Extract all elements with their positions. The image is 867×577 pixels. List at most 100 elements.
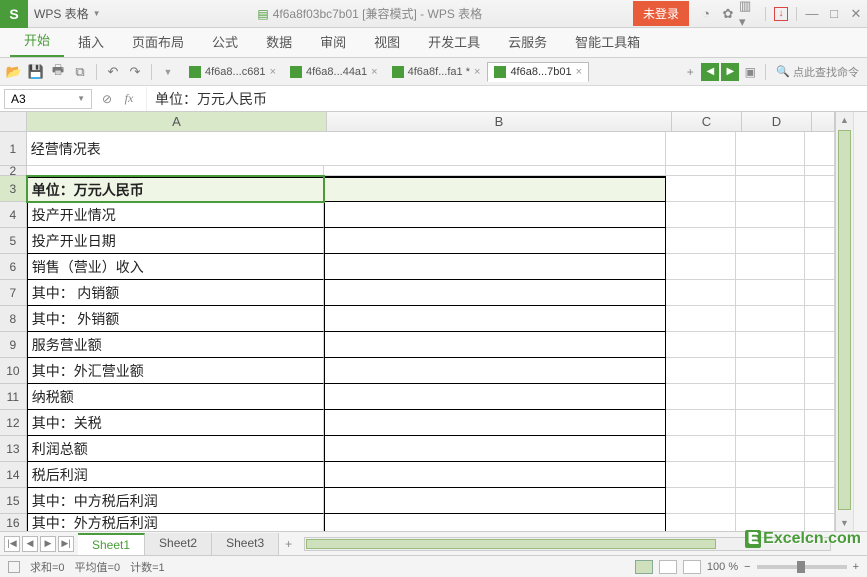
cell[interactable]: [805, 132, 835, 166]
close-icon[interactable]: ×: [474, 66, 480, 78]
add-sheet-button[interactable]: +: [279, 537, 298, 551]
cell-6[interactable]: [805, 254, 835, 280]
print-preview-icon[interactable]: ⧉: [70, 62, 90, 82]
cell-A6[interactable]: 销售（营业）收入: [27, 254, 324, 280]
cell-B14[interactable]: [324, 462, 666, 488]
cell-D9[interactable]: [736, 332, 805, 358]
doc-tab-0[interactable]: 4f6a8...c681×: [182, 62, 283, 82]
cell-A14[interactable]: 税后利润: [27, 462, 324, 488]
command-search[interactable]: 🔍 点此查找命令: [776, 64, 867, 80]
cell-A2[interactable]: [27, 166, 324, 176]
undo-icon[interactable]: ↶: [103, 62, 123, 82]
cell-D4[interactable]: [736, 202, 805, 228]
cell-C2[interactable]: [666, 166, 735, 176]
vertical-scrollbar[interactable]: ▲ ▼: [835, 112, 853, 531]
view-break-button[interactable]: [683, 560, 701, 574]
cell-C16[interactable]: [666, 514, 735, 531]
cell[interactable]: [736, 132, 805, 166]
cell-C12[interactable]: [666, 410, 735, 436]
print-icon[interactable]: 🖶: [48, 62, 68, 82]
close-button[interactable]: ✕: [845, 3, 867, 25]
close-icon[interactable]: ×: [371, 66, 377, 78]
cell-D12[interactable]: [736, 410, 805, 436]
cell-D8[interactable]: [736, 306, 805, 332]
name-box[interactable]: A3 ▼: [4, 89, 92, 109]
cell-A16[interactable]: 其中：外方税后利润: [27, 514, 324, 531]
cell-D15[interactable]: [736, 488, 805, 514]
open-icon[interactable]: 📂: [4, 62, 24, 82]
row-header[interactable]: 2: [0, 166, 27, 176]
cell-B7[interactable]: [324, 280, 666, 306]
cell-C14[interactable]: [666, 462, 735, 488]
sheet-tab-3[interactable]: Sheet3: [212, 533, 279, 555]
doc-tab-3[interactable]: 4f6a8...7b01×: [487, 62, 589, 82]
cell-D14[interactable]: [736, 462, 805, 488]
cancel-icon[interactable]: ⊘: [96, 92, 118, 106]
cell-9[interactable]: [805, 332, 835, 358]
sheet-prev-button[interactable]: ◀: [22, 536, 38, 552]
cell-14[interactable]: [805, 462, 835, 488]
cell-D16[interactable]: [736, 514, 805, 531]
col-header-D[interactable]: D: [742, 112, 812, 131]
cell-C15[interactable]: [666, 488, 735, 514]
scroll-down-icon[interactable]: ▼: [836, 515, 853, 531]
cell-3[interactable]: [805, 176, 835, 202]
ribbon-tab-start[interactable]: 开始: [10, 24, 64, 57]
doc-tab-1[interactable]: 4f6a8...44a1×: [283, 62, 385, 82]
row-header[interactable]: 15: [0, 488, 27, 514]
col-header-extra[interactable]: [812, 112, 835, 131]
cell-B9[interactable]: [324, 332, 666, 358]
row-header[interactable]: 1: [0, 132, 27, 166]
ribbon-tab-smart[interactable]: 智能工具箱: [561, 26, 654, 57]
cell-B3[interactable]: [324, 176, 666, 202]
cell-C8[interactable]: [666, 306, 735, 332]
save-icon[interactable]: 💾: [26, 62, 46, 82]
col-header-C[interactable]: C: [672, 112, 742, 131]
tab-prev-button[interactable]: ◀: [701, 63, 719, 81]
cell-A5[interactable]: 投产开业日期: [27, 228, 324, 254]
ad-icon[interactable]: ▥ ▾: [739, 3, 761, 25]
zoom-knob[interactable]: [797, 561, 805, 573]
ribbon-tab-review[interactable]: 审阅: [306, 26, 360, 57]
cell-A12[interactable]: 其中：关税: [27, 410, 324, 436]
skin-icon[interactable]: ◔: [695, 3, 717, 25]
cell-B11[interactable]: [324, 384, 666, 410]
cell-A13[interactable]: 利润总额: [27, 436, 324, 462]
record-macro-icon[interactable]: [8, 561, 20, 573]
view-page-button[interactable]: [659, 560, 677, 574]
row-header[interactable]: 4: [0, 202, 27, 228]
formula-input[interactable]: 单位：万元人民币: [146, 87, 867, 111]
menu-dropdown-icon[interactable]: ▼: [158, 62, 178, 82]
cell-B15[interactable]: [324, 488, 666, 514]
view-normal-button[interactable]: [635, 560, 653, 574]
cell-2[interactable]: [805, 166, 835, 176]
cell-7[interactable]: [805, 280, 835, 306]
minimize-button[interactable]: —: [801, 3, 823, 25]
sheet-next-button[interactable]: ▶: [40, 536, 56, 552]
row-header[interactable]: 12: [0, 410, 27, 436]
cell-D10[interactable]: [736, 358, 805, 384]
cell-4[interactable]: [805, 202, 835, 228]
cell-8[interactable]: [805, 306, 835, 332]
cell-A4[interactable]: 投产开业情况: [27, 202, 324, 228]
sheet-tab-1[interactable]: Sheet1: [78, 533, 145, 555]
update-icon[interactable]: ↓: [774, 7, 788, 21]
cell-C4[interactable]: [666, 202, 735, 228]
col-header-A[interactable]: A: [27, 112, 327, 131]
cell-B10[interactable]: [324, 358, 666, 384]
cell-13[interactable]: [805, 436, 835, 462]
cell-B8[interactable]: [324, 306, 666, 332]
row-header[interactable]: 5: [0, 228, 27, 254]
row-header[interactable]: 8: [0, 306, 27, 332]
cell-15[interactable]: [805, 488, 835, 514]
cell-D3[interactable]: [736, 176, 805, 202]
title-cell[interactable]: 经营情况表: [27, 132, 666, 166]
cell-D7[interactable]: [736, 280, 805, 306]
cell-B2[interactable]: [324, 166, 666, 176]
col-header-B[interactable]: B: [327, 112, 672, 131]
redo-icon[interactable]: ↷: [125, 62, 145, 82]
tab-list-button[interactable]: ▣: [741, 63, 759, 81]
cell-D13[interactable]: [736, 436, 805, 462]
ribbon-tab-insert[interactable]: 插入: [64, 26, 118, 57]
cell-C11[interactable]: [666, 384, 735, 410]
